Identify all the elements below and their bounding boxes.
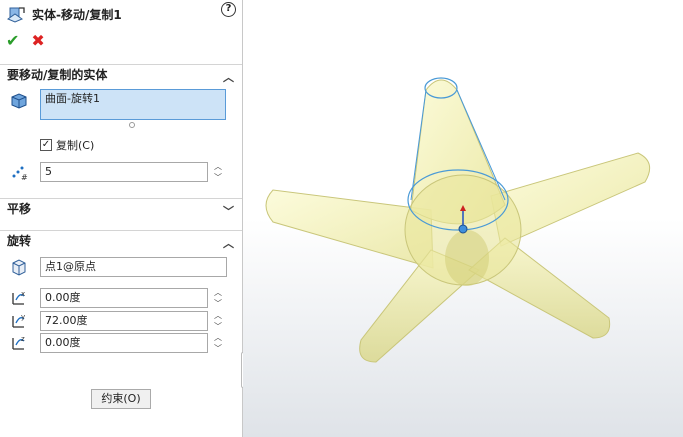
star-inner-shadow xyxy=(445,230,489,286)
ok-cancel-group: ✔ ✖ xyxy=(6,31,45,50)
svg-text:x: x xyxy=(21,290,25,298)
cancel-button[interactable]: ✖ xyxy=(31,31,44,50)
rotate-section-title: 旋转 xyxy=(7,234,32,248)
spin-down-icon[interactable]: ﹀ xyxy=(214,343,222,354)
svg-text:y: y xyxy=(21,313,25,321)
spin-down-icon[interactable]: ﹀ xyxy=(214,321,222,332)
constraints-button[interactable]: 约束(O) xyxy=(91,389,151,409)
origin-point-icon[interactable] xyxy=(458,224,468,234)
copy-count-input[interactable]: 5 xyxy=(40,162,208,182)
z-rotation-spinner[interactable]: ︿ ﹀ xyxy=(211,332,225,354)
help-icon[interactable]: ? xyxy=(221,2,236,17)
number-of-copies-icon: # xyxy=(12,166,28,182)
copy-checkbox-label: 复制(C) xyxy=(56,139,95,152)
spin-down-icon[interactable]: ﹀ xyxy=(214,298,222,309)
y-rotation-angle-input[interactable]: 72.00度 xyxy=(40,311,208,331)
selected-body-item[interactable]: 曲面-旋转1 xyxy=(45,92,100,105)
copy-checkbox[interactable]: ✓ xyxy=(40,139,52,151)
spin-up-icon[interactable]: ︿ xyxy=(214,332,222,343)
y-rotation-icon: y xyxy=(12,313,25,328)
svg-text:z: z xyxy=(21,335,25,343)
chevron-up-icon[interactable]: ︿ xyxy=(223,68,234,88)
rotate-section-header[interactable]: 旋转 ︿ xyxy=(0,230,242,250)
solid-body-selection-icon xyxy=(11,93,27,109)
svg-text:#: # xyxy=(21,173,28,182)
spin-up-icon[interactable]: ︿ xyxy=(214,287,222,298)
x-rotation-icon: x xyxy=(12,290,25,305)
spin-down-icon[interactable]: ﹀ xyxy=(214,172,222,183)
property-manager-panel: 实体-移动/复制1 ? ✔ ✖ 要移动/复制的实体 ︿ 曲面-旋转1 ✓ 复制(… xyxy=(0,0,243,437)
panel-title-row: 实体-移动/复制1 xyxy=(6,4,238,24)
rotation-origin-icon xyxy=(12,259,26,276)
copy-count-spinner[interactable]: ︿ ﹀ xyxy=(211,161,225,183)
bodies-section-header[interactable]: 要移动/复制的实体 ︿ xyxy=(0,64,242,84)
y-rotation-spinner[interactable]: ︿ ﹀ xyxy=(211,310,225,332)
z-rotation-icon: z xyxy=(12,335,25,350)
translate-section-header[interactable]: 平移 ﹀ xyxy=(0,198,242,218)
spin-up-icon[interactable]: ︿ xyxy=(214,161,222,172)
star-model[interactable] xyxy=(243,0,683,437)
panel-title: 实体-移动/复制1 xyxy=(32,7,122,22)
x-rotation-angle-input[interactable]: 0.00度 xyxy=(40,288,208,308)
rotation-center-input[interactable]: 点1@原点 xyxy=(40,257,227,277)
list-resize-handle[interactable] xyxy=(129,122,135,128)
x-rotation-spinner[interactable]: ︿ ﹀ xyxy=(211,287,225,309)
translate-section-title: 平移 xyxy=(7,202,32,216)
ok-button[interactable]: ✔ xyxy=(6,31,19,50)
chevron-up-icon[interactable]: ︿ xyxy=(223,234,234,254)
bodies-section-title: 要移动/复制的实体 xyxy=(7,68,108,82)
move-copy-body-icon xyxy=(6,7,25,23)
z-rotation-angle-input[interactable]: 0.00度 xyxy=(40,333,208,353)
chevron-down-icon[interactable]: ﹀ xyxy=(223,202,234,222)
bodies-selection-list[interactable]: 曲面-旋转1 xyxy=(40,89,226,120)
spin-up-icon[interactable]: ︿ xyxy=(214,310,222,321)
graphics-viewport[interactable] xyxy=(243,0,683,437)
